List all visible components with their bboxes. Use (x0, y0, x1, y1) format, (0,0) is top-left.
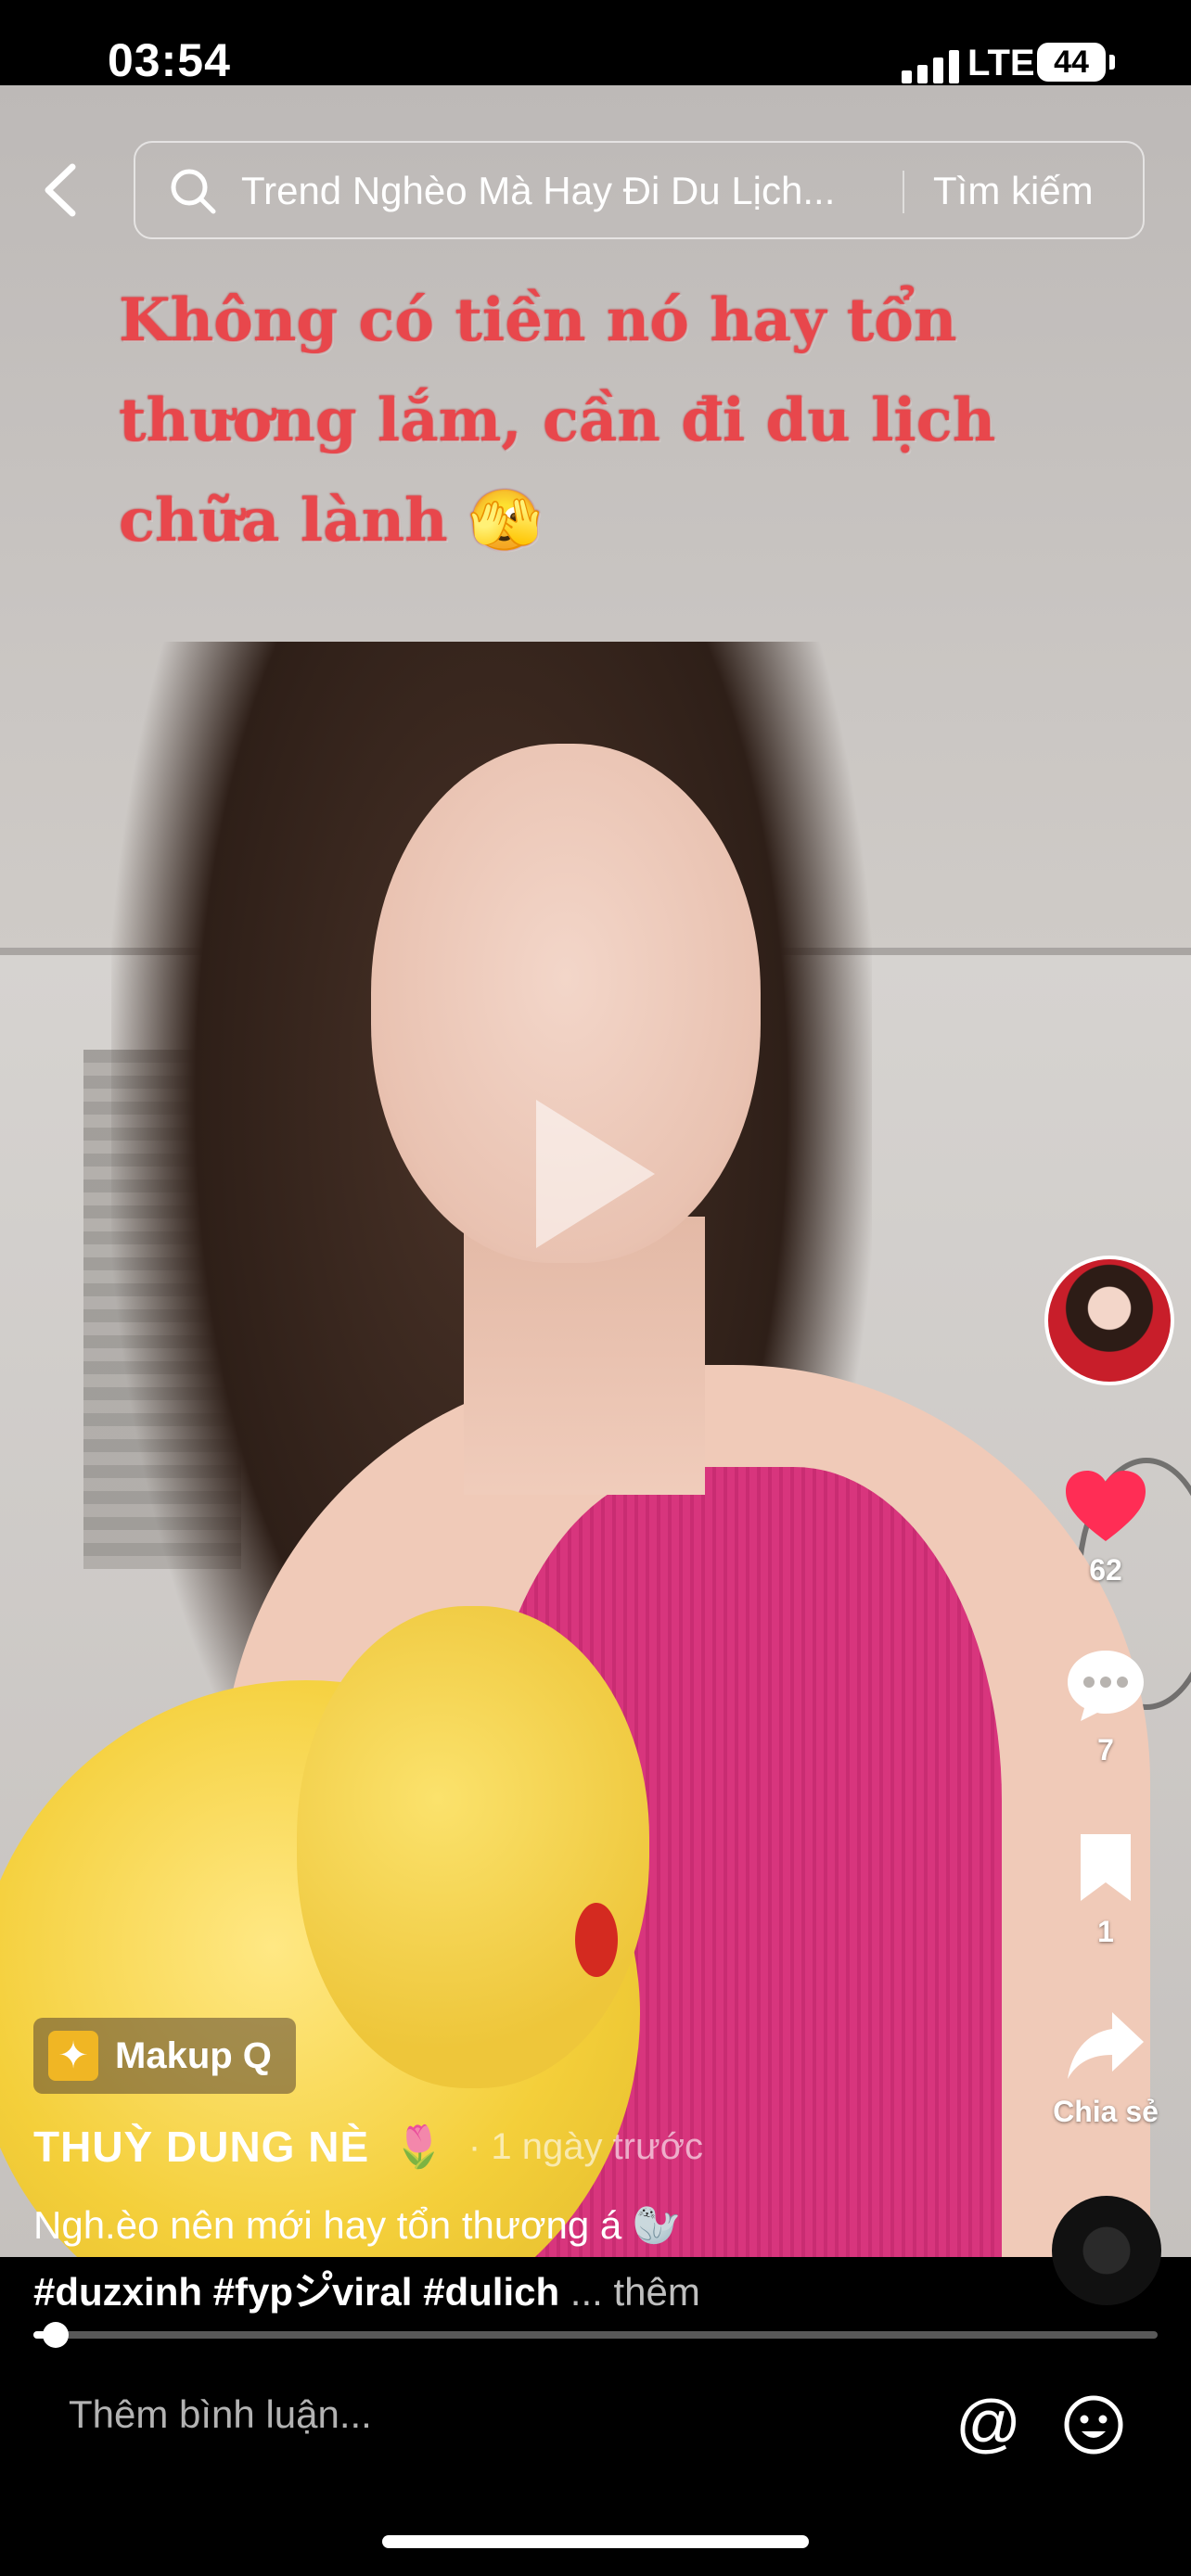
author-name[interactable]: THUỲ DUNG NÈ (33, 2122, 369, 2172)
progress-bar[interactable] (33, 2322, 1158, 2348)
comment-bar: Thêm bình luận... @ (0, 2350, 1191, 2494)
battery-icon: 44 (1037, 43, 1115, 82)
video-player[interactable]: Không có tiền nó hay tổn thương lắm, cần… (0, 85, 1191, 2257)
share-button[interactable]: Chia sẻ (1041, 2009, 1171, 2129)
mention-icon[interactable]: @ (955, 2391, 1021, 2455)
emoji-icon[interactable] (1063, 2394, 1124, 2455)
comment-count: 7 (1097, 1733, 1114, 1766)
author-row: THUỲ DUNG NÈ 🌷 · 1 ngày trước (33, 2122, 703, 2172)
like-count: 62 (1089, 1553, 1122, 1587)
comment-icon (1068, 1651, 1144, 1721)
network-label: LTE (967, 43, 1035, 83)
status-bar: 03:54 LTE 44 (0, 0, 1191, 86)
post-time: · 1 ngày trước (467, 2125, 704, 2167)
heart-icon (1066, 1471, 1146, 1541)
music-disc-icon[interactable] (1052, 2196, 1161, 2305)
comment-button[interactable]: 7 (1041, 1647, 1171, 1767)
search-button[interactable]: Tìm kiếm (933, 169, 1094, 213)
share-label: Chia sẻ (1053, 2095, 1159, 2128)
screen: 03:54 LTE 44 Không có tiền nó hay tổn th… (0, 0, 1191, 2576)
more-link[interactable]: ... thêm (570, 2270, 700, 2314)
video-caption-overlay: Không có tiền nó hay tổn thương lắm, cần… (119, 286, 996, 555)
search-divider (903, 171, 904, 213)
search-icon (171, 169, 216, 214)
search-query[interactable]: Trend Nghèo Mà Hay Đi Du Lịch... (241, 169, 890, 213)
effect-label: Makup Q (115, 2034, 272, 2076)
author-avatar[interactable] (1044, 1256, 1174, 1385)
share-icon (1068, 2012, 1144, 2079)
hashtags[interactable]: #duzxinh #fypシ゚viral #dulich ... thêm (33, 2261, 700, 2317)
home-indicator (382, 2535, 809, 2548)
play-icon[interactable] (536, 1100, 655, 1248)
post-description: Ngh.èo nên mới hay tổn thương á 🦭 (33, 2203, 682, 2247)
tulip-emoji: 🌷 (393, 2124, 444, 2170)
bookmark-icon (1081, 1834, 1131, 1901)
sparkle-icon: ✦ (48, 2031, 98, 2081)
piggy-bank-head (297, 1606, 649, 2088)
status-time: 03:54 (108, 34, 231, 86)
signal-icon (902, 46, 959, 83)
bookmark-count: 1 (1097, 1915, 1114, 1948)
back-icon[interactable] (35, 158, 91, 223)
comment-input[interactable]: Thêm bình luận... (69, 2392, 372, 2437)
bookmark-button[interactable]: 1 (1041, 1830, 1171, 1949)
piggy-bank-eye (575, 1903, 618, 1977)
search-bar[interactable]: Trend Nghèo Mà Hay Đi Du Lịch... Tìm kiế… (134, 141, 1145, 239)
like-button[interactable]: 62 (1041, 1469, 1171, 1588)
hashtag-list[interactable]: #duzxinh #fypシ゚viral #dulich (33, 2270, 559, 2314)
effect-tag[interactable]: ✦ Makup Q (33, 2018, 296, 2094)
